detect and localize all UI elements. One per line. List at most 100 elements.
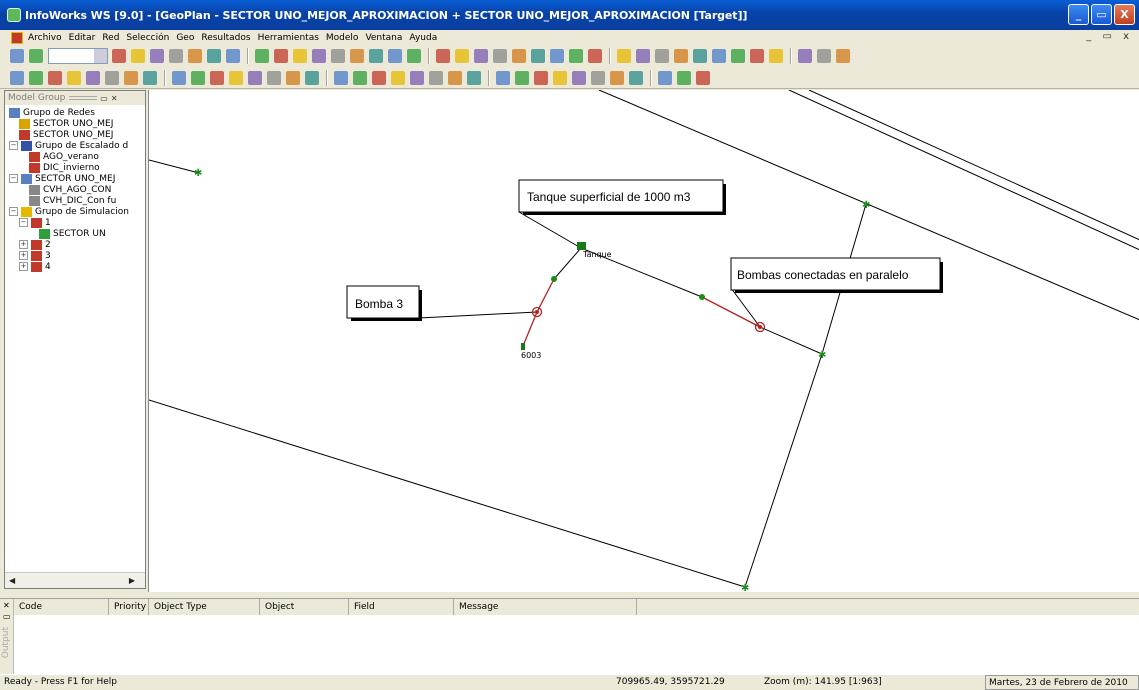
tree-item[interactable]: +4 — [19, 261, 51, 272]
pipe-tanque-node[interactable] — [553, 247, 582, 280]
tree-item[interactable]: SECTOR UNO_MEJ — [19, 118, 113, 129]
menu-ayuda[interactable]: Ayuda — [409, 33, 437, 43]
minimize-button[interactable]: _ — [1068, 4, 1089, 25]
pipe-icon[interactable] — [369, 49, 383, 63]
menu-geo[interactable]: Geo — [176, 33, 194, 43]
sim-icon[interactable] — [534, 70, 548, 85]
drag-grip[interactable] — [69, 96, 98, 100]
tree-item[interactable]: AGO_verano — [29, 151, 99, 162]
plot-icon[interactable] — [29, 49, 43, 63]
zoom-in-icon[interactable] — [569, 49, 583, 63]
reservoir-icon[interactable] — [512, 49, 526, 63]
network-map[interactable]: ✱ ✱ ✱ ✱ Tanque 6003 Tanque superficial d… — [149, 90, 1139, 592]
stats-icon[interactable] — [448, 70, 462, 85]
junction-node-right[interactable]: ✱ — [818, 350, 826, 361]
pump-link-bomba3-lower[interactable] — [522, 311, 538, 347]
animate-icon[interactable] — [817, 49, 831, 63]
column-object[interactable]: Object — [260, 599, 349, 615]
tree-item[interactable]: +3 — [19, 250, 51, 261]
play-icon[interactable] — [731, 49, 745, 63]
map-icon[interactable] — [191, 70, 205, 85]
first-icon[interactable] — [655, 49, 669, 63]
mdi-controls[interactable]: _ ▭ x — [1086, 31, 1133, 42]
pan-icon[interactable] — [550, 49, 564, 63]
record-icon[interactable] — [750, 49, 764, 63]
tree-item[interactable]: −1 — [19, 217, 51, 228]
open-icon[interactable] — [112, 49, 126, 63]
pump-link-bomba3[interactable] — [536, 278, 555, 313]
pipe-vertical-2[interactable] — [744, 353, 823, 588]
branch3-icon[interactable] — [610, 70, 624, 85]
import-geo-icon[interactable] — [267, 70, 281, 85]
select-polygon-icon[interactable] — [207, 49, 221, 63]
check-model-icon[interactable] — [143, 70, 157, 85]
pump-link-bombas[interactable] — [701, 296, 761, 328]
column-field[interactable]: Field — [349, 599, 454, 615]
node-6003-icon[interactable] — [521, 343, 525, 350]
expand-icon[interactable]: + — [19, 262, 28, 271]
menu-seleccion[interactable]: Selección — [126, 33, 169, 43]
panel-float-icon[interactable]: ▭ — [100, 94, 108, 103]
find-icon[interactable] — [658, 70, 672, 85]
ddg-icon[interactable] — [372, 70, 386, 85]
menu-modelo[interactable]: Modelo — [326, 33, 359, 43]
branch2-icon[interactable] — [591, 70, 605, 85]
chart-icon[interactable] — [553, 70, 567, 85]
import-icon[interactable] — [248, 70, 262, 85]
geoplan-view[interactable]: ✱ ✱ ✱ ✱ Tanque 6003 Tanque superficial d… — [148, 90, 1139, 592]
zoom-out-icon[interactable] — [588, 49, 602, 63]
trace-icon[interactable] — [629, 70, 643, 85]
pump-icon[interactable] — [407, 49, 421, 63]
menu-archivo[interactable]: Archivo — [28, 33, 62, 43]
node-icon[interactable] — [350, 49, 364, 63]
tree-horizontal-scrollbar[interactable]: ◀ ▶ — [5, 572, 145, 588]
tree-item[interactable]: − Grupo de Escalado d — [9, 140, 128, 151]
print-icon[interactable] — [150, 49, 164, 63]
expand-icon[interactable]: + — [19, 251, 28, 260]
refresh-icon[interactable] — [617, 49, 631, 63]
pause-icon[interactable] — [693, 49, 707, 63]
column-message[interactable]: Message — [454, 599, 637, 615]
scroll-left-icon[interactable]: ◀ — [9, 576, 15, 585]
save-icon[interactable] — [131, 49, 145, 63]
tree-item[interactable]: SECTOR UN — [39, 228, 106, 239]
maximize-button[interactable]: ▭ — [1091, 4, 1112, 25]
approve-icon[interactable] — [496, 70, 510, 85]
control-icon[interactable] — [305, 70, 319, 85]
document-icon[interactable] — [11, 31, 23, 44]
calendar-icon[interactable] — [353, 70, 367, 85]
dot-icon[interactable] — [124, 70, 138, 85]
zoom-window-icon[interactable] — [29, 70, 43, 85]
text-icon[interactable] — [312, 49, 326, 63]
grid-edit-icon[interactable] — [286, 70, 300, 85]
connect-icon[interactable] — [515, 70, 529, 85]
column-object-type[interactable]: Object Type — [149, 599, 260, 615]
zoom-prev-icon[interactable] — [67, 70, 81, 85]
fast-forward-icon[interactable] — [798, 49, 812, 63]
tree-item[interactable]: CVH_DIC_Con fu — [29, 195, 116, 206]
zoom-next-icon[interactable] — [86, 70, 100, 85]
close-button[interactable]: X — [1114, 4, 1135, 25]
output-float-icon[interactable]: ▭ — [3, 612, 11, 621]
tank-icon[interactable] — [577, 242, 586, 250]
find-all-icon[interactable] — [696, 70, 710, 85]
meter-icon[interactable] — [455, 49, 469, 63]
report-icon[interactable] — [210, 70, 224, 85]
flow-icon[interactable] — [172, 70, 186, 85]
collapse-icon[interactable]: − — [9, 174, 18, 183]
panel-close-icon[interactable]: ✕ — [111, 94, 118, 103]
hydrant-node[interactable]: ✱ — [194, 168, 202, 179]
back-icon[interactable] — [636, 49, 650, 63]
polygon-icon[interactable] — [531, 49, 545, 63]
customer-icon[interactable] — [493, 49, 507, 63]
validate-icon[interactable] — [467, 70, 481, 85]
column-code[interactable]: Code — [14, 599, 109, 615]
tree-item[interactable]: +2 — [19, 239, 51, 250]
collapse-icon[interactable]: − — [9, 141, 18, 150]
collapse-icon[interactable]: − — [9, 207, 18, 216]
node-junction-2[interactable] — [699, 294, 705, 300]
graph-view-icon[interactable] — [274, 49, 288, 63]
prev-icon[interactable] — [674, 49, 688, 63]
loop-icon[interactable] — [769, 49, 783, 63]
cross-icon[interactable] — [429, 70, 443, 85]
